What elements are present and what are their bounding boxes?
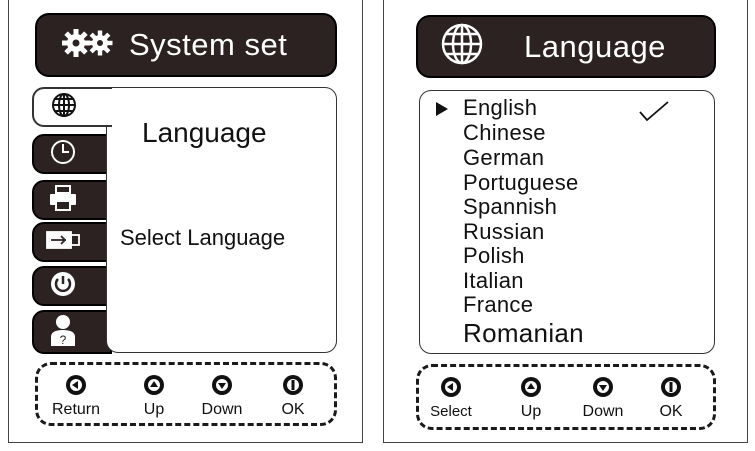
up-arrow-key-icon [521,377,541,397]
tab-usb[interactable] [32,222,112,262]
user-help-icon: ? [48,313,78,352]
printer-icon [48,184,78,217]
language-option-italian[interactable]: Italian [463,269,524,293]
tab-time[interactable] [32,134,112,174]
ok-key[interactable]: OK [641,375,701,421]
selection-pointer-icon [436,102,448,121]
usb-icon [46,230,80,255]
down-arrow-key-icon [593,377,613,397]
checkmark-icon [638,100,670,127]
left-arrow-key-icon [66,375,86,395]
system-set-title: System set [129,27,288,62]
language-option-russian[interactable]: Russian [463,220,545,244]
language-option-english[interactable]: English [463,96,537,120]
down-key[interactable]: Down [573,375,633,421]
language-list: English Chinese German Portuguese Spanni… [419,90,715,354]
up-key[interactable]: Up [124,373,184,419]
left-arrow-key-icon [441,377,461,397]
ok-key-icon [283,375,303,395]
ok-key-label: OK [281,401,305,418]
system-set-header: System set [35,13,337,77]
menu-description: Select Language [120,225,286,250]
language-option-portuguese[interactable]: Portuguese [463,171,579,195]
language-option-chinese[interactable]: Chinese [463,121,546,145]
globe-icon [51,92,77,123]
tab-language[interactable] [32,87,112,127]
down-key-label: Down [201,401,243,418]
tab-power[interactable] [32,266,112,306]
system-set-panel: System set ? Language Select Language Re… [8,0,363,443]
select-key[interactable]: Select [421,375,481,420]
up-arrow-key-icon [144,375,164,395]
power-icon [49,270,77,303]
ok-key-icon [661,377,681,397]
up-key-label: Up [143,401,165,418]
menu-title: Language [142,117,267,148]
language-option-german[interactable]: German [463,146,544,170]
down-key-label: Down [582,403,624,420]
language-option-polish[interactable]: Polish [463,244,525,268]
language-option-spannish[interactable]: Spannish [463,195,557,219]
language-option-france[interactable]: France [463,293,533,317]
svg-text:?: ? [60,333,67,347]
up-key[interactable]: Up [501,375,561,421]
gears-icon [61,27,113,64]
tab-printer[interactable] [32,180,112,220]
down-key[interactable]: Down [192,373,252,419]
up-key-label: Up [520,403,542,420]
return-key[interactable]: Return [46,373,106,419]
clock-icon [49,138,77,171]
globe-icon [440,22,484,71]
down-arrow-key-icon [212,375,232,395]
language-header: Language [416,15,716,78]
ok-key[interactable]: OK [263,373,323,419]
language-option-romanian[interactable]: Romanian [463,320,584,346]
tab-user-help[interactable]: ? [32,310,112,354]
key-bar: Return Up Down OK [35,362,337,426]
menu-content-panel: Language Select Language [106,87,337,353]
key-bar: Select Up Down OK [416,364,716,430]
ok-key-label: OK [659,403,683,420]
select-key-label: Select [430,403,472,420]
language-title: Language [524,28,666,64]
language-panel: Language English Chinese German Portugue… [383,0,748,443]
return-key-label: Return [51,401,101,418]
